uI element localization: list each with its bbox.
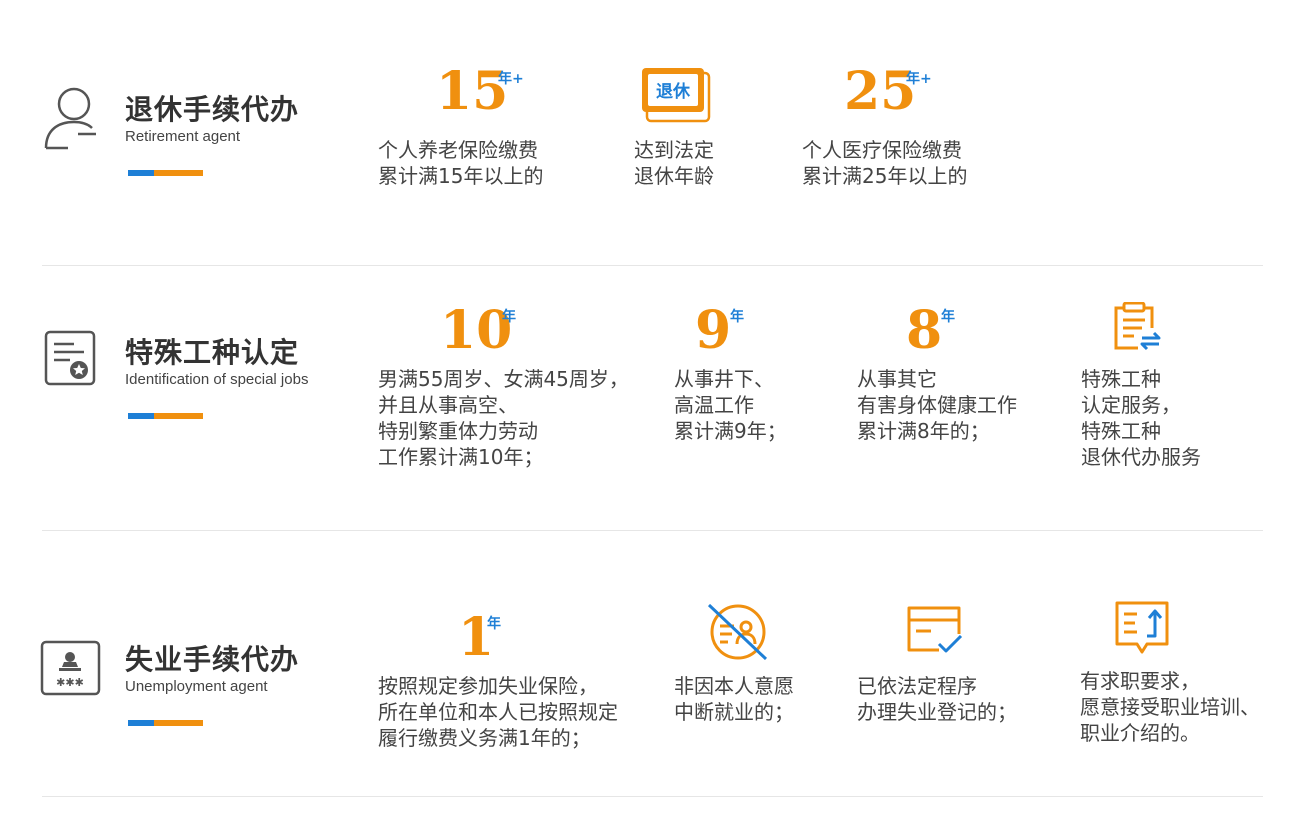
card-check-icon xyxy=(907,606,963,653)
feature-description: 从事井下、 高温工作 累计满9年； xyxy=(674,367,787,443)
feature-description: 从事其它 有害身体健康工作 累计满8年的； xyxy=(857,367,1017,443)
retirement-card-icon: 退休 xyxy=(642,68,711,123)
feature-description: 有求职要求， 愿意接受职业培训、 职业介绍的。 xyxy=(1080,669,1260,745)
feature-description: 已依法定程序 办理失业登记的； xyxy=(857,674,1017,724)
section-accent-bar xyxy=(128,413,203,419)
divider-2 xyxy=(42,530,1263,531)
feature-unit: 年 xyxy=(487,616,501,632)
id-card-stars-icon: ✱✱✱ xyxy=(40,640,101,696)
section-subtitle: Unemployment agent xyxy=(125,678,268,695)
svg-text:退休: 退休 xyxy=(656,81,691,102)
feature-unit: 年 xyxy=(502,309,516,325)
section-title: 退休手续代办 xyxy=(125,93,300,126)
divider-3 xyxy=(42,796,1263,797)
feature-unit: 年 xyxy=(730,309,744,325)
feature-number: 9 xyxy=(695,300,732,361)
feature-description: 按照规定参加失业保险， 所在单位和本人已按照规定 履行缴费义务满1年的； xyxy=(378,674,618,750)
feature-description: 个人医疗保险缴费 累计满25年以上的 xyxy=(802,138,968,188)
feature-description: 个人养老保险缴费 累计满15年以上的 xyxy=(378,138,544,188)
feature-description: 非因本人意愿 中断就业的； xyxy=(674,674,794,724)
section-title: 失业手续代办 xyxy=(125,643,300,676)
section-accent-bar xyxy=(128,720,203,726)
document-upload-icon xyxy=(1115,601,1169,654)
clipboard-transfer-icon xyxy=(1114,302,1161,351)
feature-description: 特殊工种 认定服务， 特殊工种 退休代办服务 xyxy=(1081,367,1201,469)
feature-description: 达到法定 退休年龄 xyxy=(634,138,714,188)
section-subtitle: Retirement agent xyxy=(125,128,241,145)
no-person-card-icon xyxy=(707,604,768,660)
feature-number: 8 xyxy=(906,300,943,361)
divider-1 xyxy=(42,265,1263,266)
person-minus-icon xyxy=(44,87,96,150)
section-subtitle: Identification of special jobs xyxy=(125,371,309,388)
svg-text:✱✱✱: ✱✱✱ xyxy=(56,676,84,689)
feature-description: 男满55周岁、女满45周岁， 并且从事高空、 特别繁重体力劳动 工作累计满10年… xyxy=(378,367,629,469)
section-accent-bar xyxy=(128,170,203,176)
section-title: 特殊工种认定 xyxy=(125,336,300,369)
feature-unit: 年 xyxy=(941,309,955,325)
certificate-star-icon xyxy=(44,330,96,386)
feature-unit: 年+ xyxy=(498,71,524,87)
feature-unit: 年+ xyxy=(906,71,932,87)
